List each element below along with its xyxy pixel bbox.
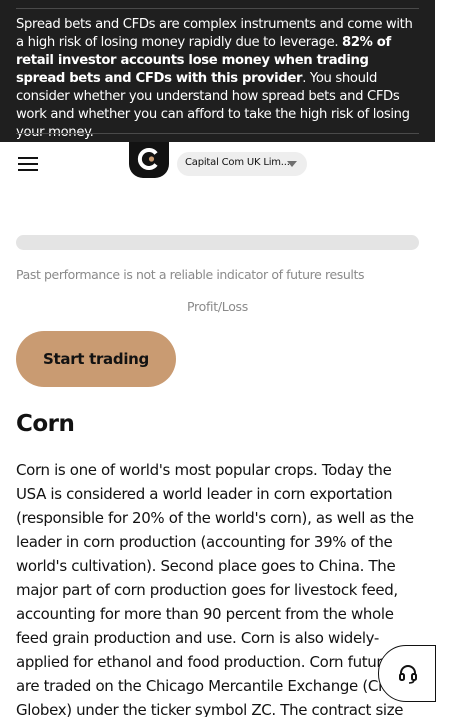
risk-warning-banner: Spread bets and CFDs are complex instrum… <box>0 0 435 142</box>
performance-bar <box>16 235 419 250</box>
support-chat-button[interactable] <box>378 645 436 702</box>
hamburger-menu-icon[interactable] <box>18 156 38 172</box>
site-header: Capital Com UK Lim... <box>0 142 435 192</box>
entity-selector-dropdown[interactable]: Capital Com UK Lim... <box>177 152 307 176</box>
article-title: Corn <box>16 411 75 437</box>
article-body: Corn is one of world's most popular crop… <box>16 461 414 717</box>
capital-com-logo[interactable] <box>129 142 169 178</box>
banner-divider-top <box>16 8 419 9</box>
start-trading-button[interactable]: Start trading <box>16 331 176 387</box>
banner-divider-bottom <box>16 133 419 134</box>
risk-warning-text: Spread bets and CFDs are complex instrum… <box>16 16 421 142</box>
entity-selector-value: Capital Com UK Lim... <box>185 157 290 168</box>
headset-icon <box>399 665 417 684</box>
profit-loss-label: Profit/Loss <box>187 299 248 314</box>
caret-down-icon <box>287 161 297 167</box>
past-performance-disclaimer: Past performance is not a reliable indic… <box>16 267 365 282</box>
